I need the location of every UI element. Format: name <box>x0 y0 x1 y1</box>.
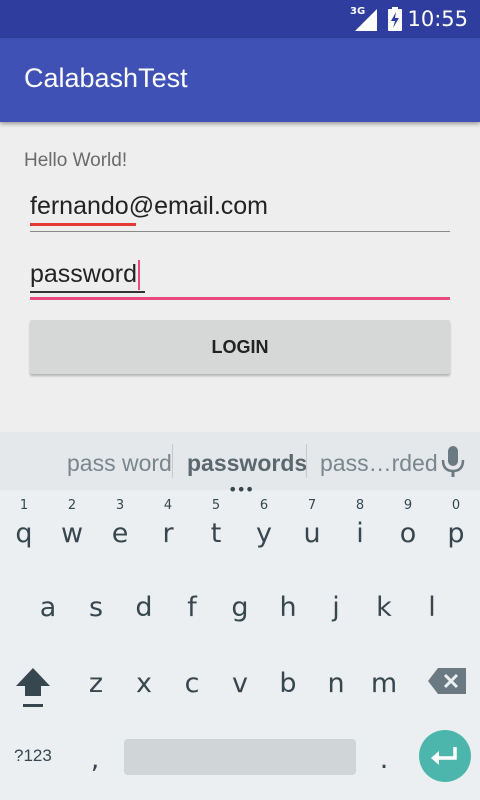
key-q[interactable]: 1q <box>0 498 48 549</box>
key-z[interactable]: z <box>72 668 120 699</box>
suggestion-left[interactable]: pass word <box>67 450 172 477</box>
key-u[interactable]: 7u <box>288 498 336 549</box>
key-label: i <box>356 518 364 549</box>
period-key[interactable]: . <box>360 744 408 775</box>
backspace-icon[interactable] <box>428 668 466 694</box>
key-v[interactable]: v <box>216 668 264 699</box>
symbols-key[interactable]: ?123 <box>14 746 52 766</box>
key-k[interactable]: k <box>360 592 408 623</box>
space-key[interactable] <box>124 739 356 775</box>
suggestion-divider <box>306 444 307 478</box>
key-label: p <box>447 518 465 549</box>
enter-icon <box>431 747 457 765</box>
key-f[interactable]: f <box>168 592 216 623</box>
key-number-hint: 9 <box>403 498 413 513</box>
key-s[interactable]: s <box>72 592 120 623</box>
battery-charging-icon <box>388 7 402 31</box>
key-w[interactable]: 2w <box>48 498 96 549</box>
app-bar: CalabashTest <box>0 38 480 122</box>
suggestion-strip: pass word passwords pass…rded ••• <box>0 432 480 499</box>
soft-keyboard: pass word passwords pass…rded ••• 1q2w3e… <box>0 432 480 800</box>
key-j[interactable]: j <box>312 592 360 623</box>
app-title: CalabashTest <box>24 63 188 93</box>
key-h[interactable]: h <box>264 592 312 623</box>
login-button[interactable]: LOGIN <box>30 320 450 374</box>
signal-icon <box>355 9 377 31</box>
key-label: y <box>256 518 272 549</box>
email-field-underline <box>30 231 450 232</box>
key-e[interactable]: 3e <box>96 498 144 549</box>
key-label: w <box>60 518 84 549</box>
password-field[interactable]: password <box>30 252 450 300</box>
key-c[interactable]: c <box>168 668 216 699</box>
key-number-hint: 6 <box>259 498 269 513</box>
key-number-hint: 0 <box>451 498 461 513</box>
key-m[interactable]: m <box>360 668 408 699</box>
password-value: password <box>30 260 137 288</box>
suggestion-divider <box>172 444 173 478</box>
suggestion-right[interactable]: pass…rded <box>320 450 438 477</box>
composing-underline <box>30 291 145 293</box>
key-number-hint: 2 <box>67 498 77 513</box>
key-number-hint: 8 <box>355 498 365 513</box>
spellcheck-underline <box>30 223 136 226</box>
email-field[interactable]: fernando@email.com <box>30 184 450 232</box>
key-label: u <box>303 518 321 549</box>
key-label: q <box>15 518 33 549</box>
hello-text: Hello World! <box>24 150 128 171</box>
key-label: r <box>162 518 174 549</box>
key-number-hint: 4 <box>163 498 173 513</box>
clock: 10:55 <box>407 7 468 31</box>
key-number-hint: 3 <box>115 498 125 513</box>
key-p[interactable]: 0p <box>432 498 480 549</box>
shift-icon[interactable] <box>14 666 52 708</box>
password-field-underline <box>30 297 450 300</box>
key-r[interactable]: 4r <box>144 498 192 549</box>
key-t[interactable]: 5t <box>192 498 240 549</box>
microphone-icon[interactable] <box>440 446 466 478</box>
password-value-wrap: password <box>30 260 140 291</box>
key-label: t <box>210 518 222 549</box>
key-number-hint: 1 <box>19 498 29 513</box>
key-n[interactable]: n <box>312 668 360 699</box>
more-suggestions-icon[interactable]: ••• <box>228 480 254 499</box>
key-o[interactable]: 9o <box>384 498 432 549</box>
key-i[interactable]: 8i <box>336 498 384 549</box>
text-cursor <box>138 260 140 291</box>
key-d[interactable]: d <box>120 592 168 623</box>
comma-key[interactable]: , <box>71 744 119 775</box>
enter-key[interactable] <box>419 730 471 782</box>
status-bar: 3G 10:55 <box>0 0 480 38</box>
key-y[interactable]: 6y <box>240 498 288 549</box>
suggestion-center[interactable]: passwords <box>187 450 307 477</box>
key-g[interactable]: g <box>216 592 264 623</box>
key-a[interactable]: a <box>24 592 72 623</box>
email-value: fernando@email.com <box>30 192 268 220</box>
key-number-hint: 7 <box>307 498 317 513</box>
key-label: e <box>111 518 129 549</box>
key-b[interactable]: b <box>264 668 312 699</box>
key-l[interactable]: l <box>408 592 456 623</box>
key-label: o <box>399 518 417 549</box>
key-number-hint: 5 <box>211 498 221 513</box>
key-x[interactable]: x <box>120 668 168 699</box>
